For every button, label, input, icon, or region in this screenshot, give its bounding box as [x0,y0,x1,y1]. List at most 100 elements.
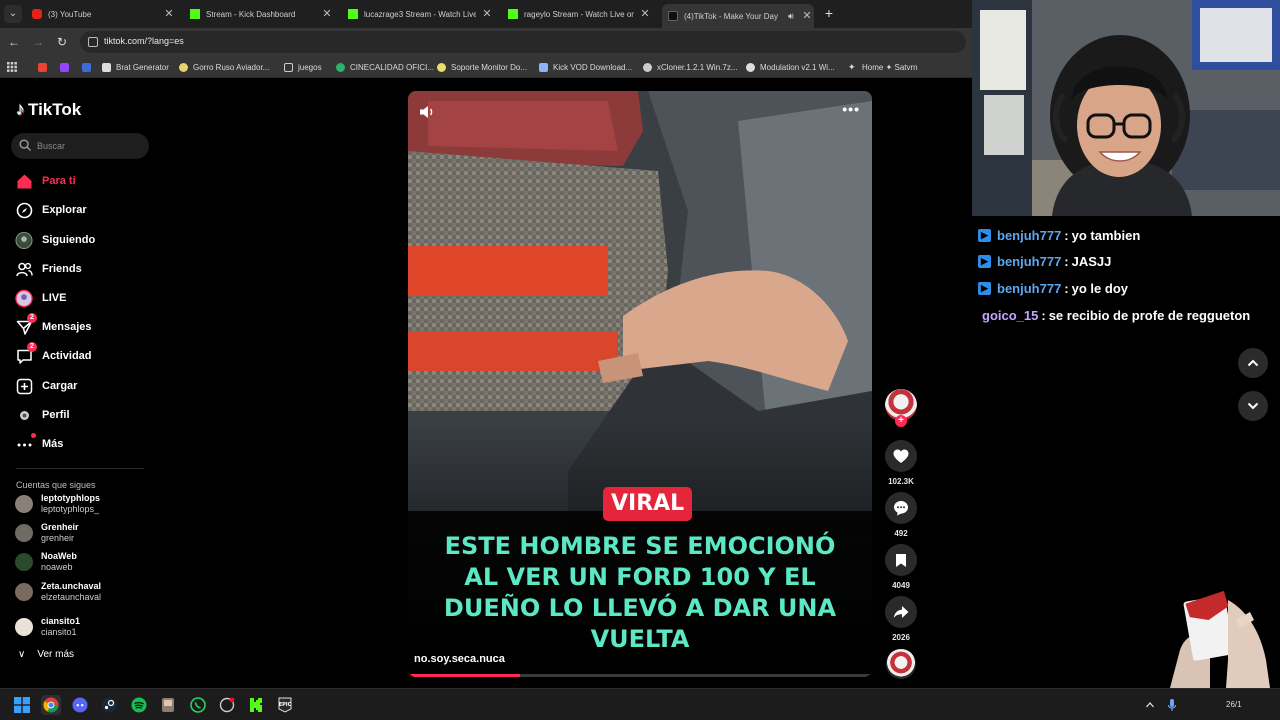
share-icon[interactable] [885,596,917,628]
nav-mensajes[interactable]: 2 Mensajes [15,313,92,338]
reload-icon[interactable]: ↻ [54,34,70,50]
tab-kick-dashboard[interactable]: Stream - Kick Dashboard ✕ [190,4,334,24]
close-tab-icon[interactable]: ✕ [162,4,176,24]
kick-taskbar-icon[interactable] [246,695,266,715]
video-more-options-icon[interactable]: ••• [842,101,860,117]
windows-start-icon[interactable] [12,695,32,715]
bookmark-cinecalidad[interactable]: CINECALIDAD OFICI... [336,61,434,73]
see-more-link[interactable]: ∨ Ver más [18,649,74,660]
friends-icon [15,260,33,278]
tab-lucazrage3[interactable]: lucazrage3 Stream - Watch Live ✕ [348,4,494,24]
spotify-taskbar-icon[interactable] [129,695,149,715]
bookmark-gorro-ruso[interactable]: Gorro Ruso Aviador... [179,61,269,73]
chat-message: ▶ benjuh777 : yo le doy [978,281,1128,296]
video-player[interactable]: ••• VIRAL ESTE HOMBRE SE EMOCIONÓ AL VER… [408,91,872,677]
previous-video-button[interactable] [1238,348,1268,378]
volume-icon[interactable] [418,103,436,121]
video-author[interactable]: no.soy.seca.nuca [414,653,505,665]
bookmark-brat-generator[interactable]: Brat Generator [102,61,169,73]
avatar [15,524,33,542]
twitch-bookmark-icon[interactable] [60,61,74,73]
discord-taskbar-icon[interactable] [70,695,90,715]
nav-explorar[interactable]: Explorar [15,199,87,221]
new-tab-button[interactable]: + [822,5,836,21]
bookmark-xcloner[interactable]: xCloner.1.2.1 Win.7z... [643,61,737,73]
share-action[interactable]: 2026 [885,596,917,642]
bookmark-modulation[interactable]: Modulation v2.1 Wi... [746,61,835,73]
search-box[interactable] [11,133,149,159]
nav-perfil[interactable]: Perfil [15,404,70,426]
profile-icon [15,406,33,424]
tiktok-logo[interactable]: ♪ TikTok [16,99,81,120]
nav-cargar[interactable]: Cargar [15,375,77,397]
microphone-icon[interactable] [1162,695,1182,715]
apps-grid-icon[interactable] [7,61,17,73]
following-account[interactable]: Grenheir grenheir [15,520,79,546]
following-account[interactable]: Zeta.unchaval elzetaunchaval [15,579,101,605]
site-info-icon[interactable] [88,37,98,47]
nav-friends[interactable]: Friends [15,258,82,280]
video-progress-fill [410,674,521,677]
activity-badge: 2 [27,342,37,352]
nav-live[interactable]: LIVE [15,287,66,309]
like-action[interactable]: 102.3K [885,440,917,486]
sidebar-divider [16,468,144,469]
save-action[interactable]: 4049 [885,544,917,590]
gmail-bookmark-icon[interactable] [38,61,52,73]
comment-action[interactable]: 492 [885,492,917,538]
viral-badge: VIRAL [603,487,693,521]
bookmark-folder-juegos[interactable]: juegos [284,61,322,73]
speaker-icon[interactable]: 🔊︎ [788,11,794,22]
following-account[interactable]: ciansito1 ciansito1 [15,614,80,640]
close-tab-icon[interactable]: ✕ [320,4,334,24]
bookmark-icon[interactable] [885,544,917,576]
steam-taskbar-icon[interactable] [99,695,119,715]
close-tab-icon[interactable]: ✕ [480,4,494,24]
nav-para-ti[interactable]: Para ti [15,170,76,192]
epic-games-taskbar-icon[interactable]: EPIC [275,695,295,715]
webcam-image [972,0,1280,216]
next-video-button[interactable] [1238,391,1268,421]
taskbar-date[interactable]: 26/1 [1226,700,1242,709]
bookmark-kick-vod[interactable]: Kick VOD Download... [539,61,632,73]
close-tab-icon[interactable]: ✕ [800,4,814,28]
following-section-title: Cuentas que sigues [16,480,96,490]
tab-youtube[interactable]: (3) YouTube ✕ [32,4,176,24]
music-disc[interactable] [886,649,916,679]
app-taskbar-icon[interactable] [158,695,178,715]
heart-icon[interactable] [885,440,917,472]
chevron-up-tray-icon[interactable] [1140,695,1160,715]
bookmark-soporte-monitor[interactable]: Soporte Monitor Do... [437,61,527,73]
chrome-taskbar-icon[interactable] [41,695,61,715]
whatsapp-taskbar-icon[interactable] [188,695,208,715]
close-tab-icon[interactable]: ✕ [638,4,652,24]
bookmark-icon[interactable] [82,61,96,73]
back-icon[interactable]: ← [6,34,22,50]
following-account[interactable]: leptotyphlops leptotyphlops_ [15,491,100,517]
messages-icon: 2 [15,313,37,336]
nav-mas[interactable]: Más [15,433,63,455]
search-icon [19,139,31,151]
comment-icon[interactable] [885,492,917,524]
avatar [15,553,33,571]
windows-taskbar: EPIC 26/1 [0,688,1280,720]
tab-search-button[interactable]: ⌄ [4,5,22,23]
app-taskbar-icon[interactable] [217,695,237,715]
messages-badge: 2 [27,313,37,323]
following-account[interactable]: NoaWeb noaweb [15,549,77,575]
nav-actividad[interactable]: 2 Actividad [15,342,92,367]
home-icon [15,172,33,190]
forward-icon[interactable]: → [30,34,46,50]
webcam-overlay [972,0,1280,216]
video-caption-overlay: ESTE HOMBRE SE EMOCIONÓ AL VER UN FORD 1… [443,532,837,653]
address-bar[interactable]: tiktok.com/?lang=es [80,31,966,53]
video-progress-bar[interactable] [410,674,870,677]
url-text[interactable]: tiktok.com/?lang=es [104,36,184,46]
bookmark-satvrn[interactable]: ✦ Home ✦ Satvrn [848,61,918,73]
follow-plus-icon[interactable]: + [895,415,907,427]
tab-tiktok[interactable]: (4)TikTok - Make Your Day 🔊︎ ✕ [662,4,814,28]
chat-badge-icon: ▶ [978,255,991,268]
nav-siguiendo[interactable]: Siguiendo [15,229,95,251]
search-input[interactable] [37,138,142,154]
tab-rageylo[interactable]: rageylo Stream - Watch Live on ✕ [508,4,652,24]
